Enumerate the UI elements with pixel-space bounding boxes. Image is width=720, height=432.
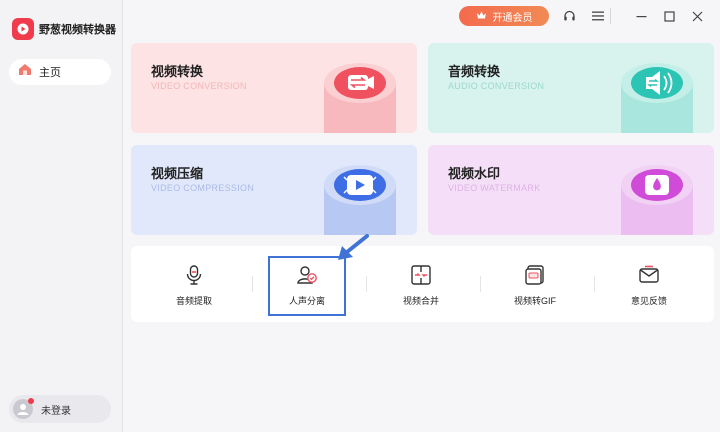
tool-label: 视频合并 <box>402 296 439 306</box>
titlebar-divider <box>610 8 611 24</box>
main-area: 开通会员 视频转换 VIDEO CONVERSION 音频转换 AUDIO CO… <box>123 0 720 432</box>
video-compress-icon <box>324 165 396 235</box>
video-merge-icon <box>411 265 431 285</box>
tools-bar: 音频提取 人声分离 视频合并 视频转GIF 意见反馈 <box>131 246 714 322</box>
vip-label: 开通会员 <box>492 12 533 24</box>
card-title: 视频水印 <box>448 166 501 181</box>
card-subtitle: VIDEO CONVERSION <box>151 81 247 91</box>
minimize-icon[interactable] <box>631 6 651 26</box>
card-title: 视频转换 <box>151 64 204 79</box>
close-icon[interactable] <box>687 6 707 26</box>
sidebar-item-label: 主页 <box>39 67 61 79</box>
titlebar: 开通会员 <box>123 0 720 32</box>
tool-label: 音频提取 <box>175 296 212 306</box>
headset-icon[interactable] <box>559 6 579 26</box>
video-convert-icon <box>324 63 396 133</box>
card-subtitle: VIDEO WATERMARK <box>448 183 541 193</box>
login-button[interactable]: 未登录 <box>9 395 111 423</box>
login-label: 未登录 <box>41 405 71 417</box>
app-logo-icon <box>12 18 34 40</box>
avatar <box>13 398 34 419</box>
card-title: 音频转换 <box>448 64 501 79</box>
card-subtitle: AUDIO CONVERSION <box>448 81 545 91</box>
gif-icon <box>525 265 544 285</box>
microphone-icon <box>186 265 202 285</box>
sidebar-item-home[interactable]: 主页 <box>9 59 111 85</box>
tool-video-to-gif[interactable]: 视频转GIF <box>480 246 590 322</box>
app-title: 野葱视频转换器 <box>39 24 116 36</box>
video-watermark-icon <box>621 165 693 235</box>
app-logo-row: 野葱视频转换器 <box>12 18 116 40</box>
tool-label: 意见反馈 <box>630 296 667 306</box>
card-subtitle: VIDEO COMPRESSION <box>151 183 255 193</box>
card-title: 视频压缩 <box>151 166 204 181</box>
card-audio-conversion[interactable]: 音频转换 AUDIO CONVERSION <box>428 43 714 133</box>
crown-icon <box>476 10 487 23</box>
tool-feedback[interactable]: 意见反馈 <box>594 246 704 322</box>
feedback-mail-icon <box>639 265 659 283</box>
card-video-watermark[interactable]: 视频水印 VIDEO WATERMARK <box>428 145 714 235</box>
tool-label: 视频转GIF <box>514 296 556 306</box>
sidebar: 野葱视频转换器 主页 未登录 <box>0 0 123 432</box>
highlight-box <box>268 256 346 316</box>
maximize-icon[interactable] <box>659 6 679 26</box>
card-video-compression[interactable]: 视频压缩 VIDEO COMPRESSION <box>131 145 417 235</box>
home-icon <box>18 63 32 81</box>
tool-audio-extract[interactable]: 音频提取 <box>139 246 249 322</box>
tool-video-merge[interactable]: 视频合并 <box>366 246 476 322</box>
menu-icon[interactable] <box>588 6 608 26</box>
notification-dot <box>28 398 34 404</box>
vip-button[interactable]: 开通会员 <box>459 6 549 26</box>
annotation-arrow-icon <box>338 234 369 260</box>
card-video-conversion[interactable]: 视频转换 VIDEO CONVERSION <box>131 43 417 133</box>
audio-convert-icon <box>621 63 693 133</box>
